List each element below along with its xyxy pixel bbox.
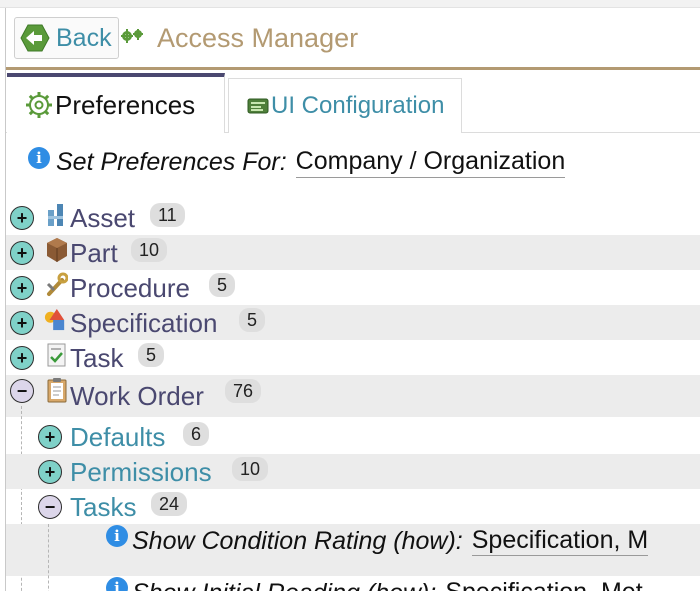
info-icon[interactable]: i	[106, 577, 128, 591]
tree-row-asset[interactable]: + Asset 11	[6, 200, 700, 235]
top-strip	[0, 0, 700, 8]
tab-bar: Preferences UI Configuration	[6, 73, 700, 133]
tree-label-procedure: Procedure	[70, 273, 190, 303]
tab-preferences-label: Preferences	[55, 89, 196, 120]
count-badge-task: 5	[138, 343, 165, 367]
expand-plus-icon[interactable]: +	[10, 240, 34, 265]
count-badge-defaults: 6	[183, 422, 210, 446]
expand-plus-icon[interactable]: +	[38, 424, 62, 449]
setting-label: Show Condition Rating (how):	[132, 526, 463, 555]
task-checklist-icon	[47, 343, 66, 367]
tree-row-work-order[interactable]: − Work Order 76	[6, 375, 700, 417]
tab-ui-configuration-label: UI Configuration	[271, 92, 445, 119]
expand-plus-icon[interactable]: +	[10, 345, 34, 370]
count-badge-work-order: 76	[225, 379, 262, 403]
setting-value-dropdown[interactable]: Specification, M	[471, 526, 649, 556]
tree-label-part: Part	[70, 238, 118, 268]
work-order-clipboard-icon	[47, 378, 67, 403]
tree-label-work-order: Work Order	[70, 381, 204, 411]
tab-preferences[interactable]: Preferences	[7, 73, 225, 133]
expand-plus-icon[interactable]: +	[10, 275, 34, 300]
back-arrow-icon	[20, 24, 50, 52]
tree-row-tasks[interactable]: − Tasks 24	[6, 489, 700, 524]
count-badge-permissions: 10	[232, 457, 269, 481]
tree-label-tasks: Tasks	[70, 492, 137, 522]
preferences-for-label: Set Preferences For:	[56, 147, 287, 176]
tree-label-permissions: Permissions	[70, 457, 212, 487]
tree-label-task: Task	[70, 343, 124, 373]
setting-label: Show Initial Reading (how):	[132, 579, 436, 591]
count-badge-part: 10	[131, 238, 168, 262]
asset-icon	[48, 204, 63, 226]
count-badge-procedure: 5	[209, 273, 236, 297]
header-bar: Back Access Manager	[6, 8, 700, 70]
gear-icon	[26, 92, 52, 118]
part-box-icon	[47, 238, 67, 262]
tree-row-part[interactable]: + Part 10	[6, 235, 700, 270]
tree-row-defaults[interactable]: + Defaults 6	[6, 419, 700, 454]
back-button[interactable]: Back	[14, 17, 119, 59]
page-frame: Back Access Manager Preferences UI Confi…	[5, 8, 700, 591]
procedure-wrench-icon	[46, 272, 68, 296]
tree-label-defaults: Defaults	[70, 422, 166, 452]
setting-value-dropdown[interactable]: Specification, Met	[445, 578, 642, 591]
specification-shapes-icon	[44, 309, 65, 331]
expand-plus-icon[interactable]: +	[38, 459, 62, 484]
back-button-label: Back	[56, 23, 112, 52]
tab-ui-configuration[interactable]: UI Configuration	[228, 78, 462, 133]
info-icon[interactable]: i	[106, 525, 128, 547]
tree-label-specification: Specification	[70, 308, 218, 338]
count-badge-tasks: 24	[151, 492, 188, 516]
expand-plus-icon[interactable]: +	[10, 205, 34, 230]
tree-guide-line-inner	[48, 524, 49, 591]
page-title: Access Manager	[157, 23, 359, 53]
tree-row-specification[interactable]: + Specification 5	[6, 305, 700, 340]
preferences-for-value[interactable]: Company / Organization	[295, 147, 566, 178]
app-gear-icon	[121, 29, 143, 43]
ui-panel-icon	[247, 98, 269, 114]
preferences-for-row: i Set Preferences For: Company / Organiz…	[28, 145, 566, 179]
count-badge-specification: 5	[239, 308, 266, 332]
tree-row-procedure[interactable]: + Procedure 5	[6, 270, 700, 305]
tree-row-permissions[interactable]: + Permissions 10	[6, 454, 700, 489]
tree-label-asset: Asset	[70, 203, 136, 233]
tree-row-task[interactable]: + Task 5	[6, 340, 700, 375]
setting-initial-reading: i Show Initial Reading (how): Specificat…	[106, 577, 643, 591]
setting-condition-rating: i Show Condition Rating (how): Specifica…	[106, 525, 649, 556]
expand-plus-icon[interactable]: +	[10, 310, 34, 335]
info-icon[interactable]: i	[28, 147, 50, 169]
collapse-minus-icon[interactable]: −	[10, 379, 34, 403]
collapse-minus-icon[interactable]: −	[38, 494, 62, 519]
count-badge-asset: 11	[150, 203, 185, 227]
